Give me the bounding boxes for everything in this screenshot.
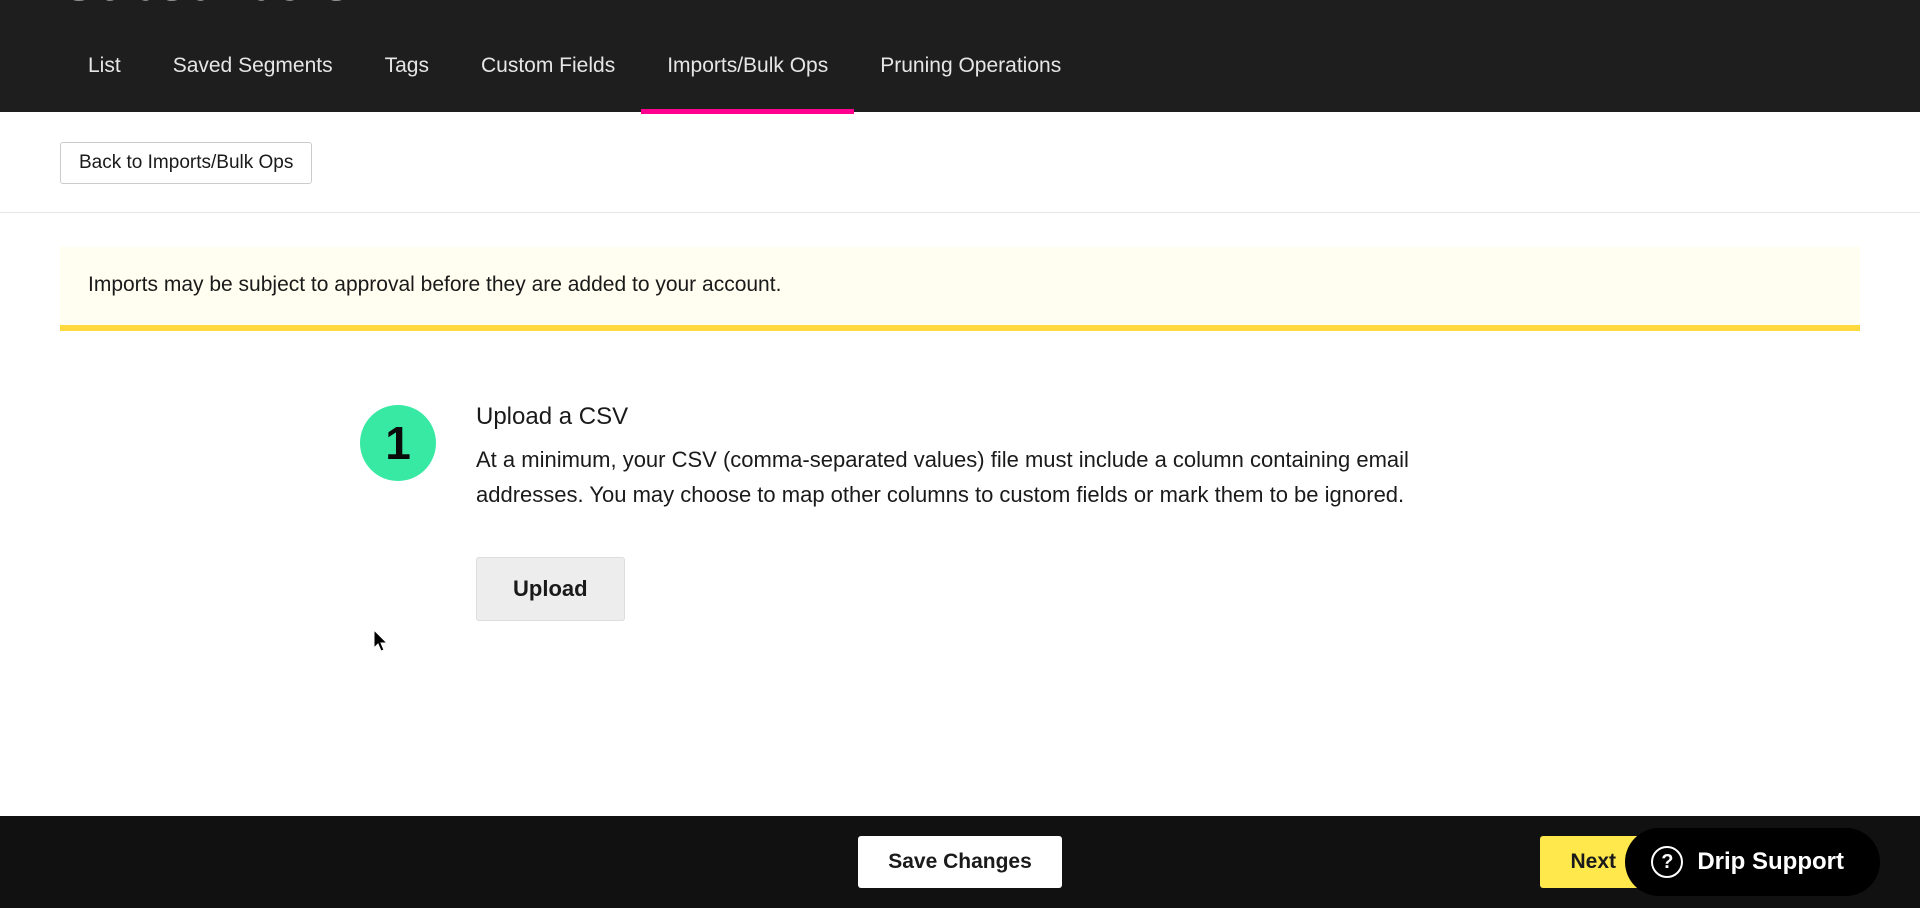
help-icon: ?: [1651, 846, 1683, 878]
tab-pruning-operations[interactable]: Pruning Operations: [880, 54, 1061, 114]
step-number-badge: 1: [360, 405, 436, 481]
approval-notice: Imports may be subject to approval befor…: [60, 247, 1860, 331]
step-description: At a minimum, your CSV (comma-separated …: [476, 443, 1436, 513]
tab-saved-segments[interactable]: Saved Segments: [173, 54, 333, 114]
tab-custom-fields[interactable]: Custom Fields: [481, 54, 615, 114]
upload-button[interactable]: Upload: [476, 557, 625, 621]
drip-support-button[interactable]: ? Drip Support: [1625, 828, 1880, 896]
page-title: Subscribers: [60, 0, 1860, 13]
tab-tags[interactable]: Tags: [385, 54, 429, 114]
support-label: Drip Support: [1697, 848, 1844, 876]
tab-list[interactable]: List: [88, 54, 121, 114]
cursor-icon: [374, 630, 390, 652]
step-title: Upload a CSV: [476, 403, 1436, 431]
footer-bar: Save Changes Next ? Drip Support: [0, 816, 1920, 908]
save-changes-button[interactable]: Save Changes: [858, 836, 1062, 888]
tab-imports-bulk-ops[interactable]: Imports/Bulk Ops: [667, 54, 828, 114]
tabs-nav: List Saved Segments Tags Custom Fields I…: [0, 20, 1920, 112]
back-button[interactable]: Back to Imports/Bulk Ops: [60, 142, 312, 184]
next-button-label: Next: [1570, 850, 1616, 874]
